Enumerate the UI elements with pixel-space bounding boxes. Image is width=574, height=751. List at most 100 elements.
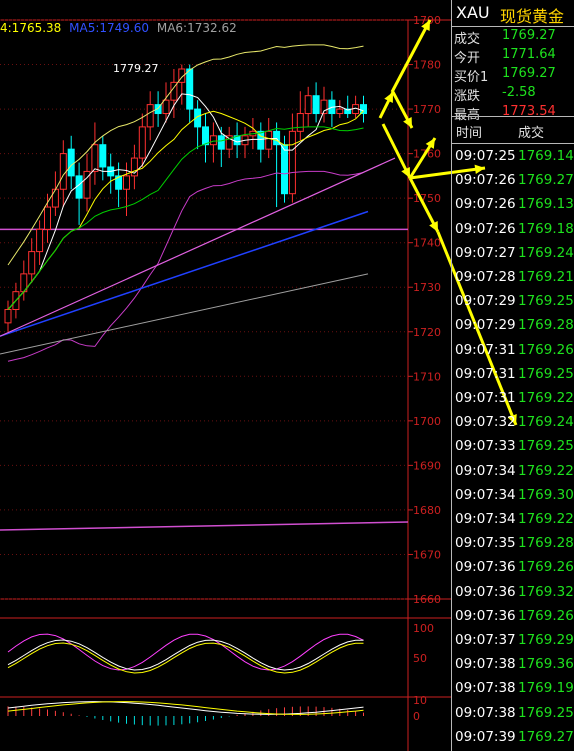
tick-row: 09:07:39 1769.27	[452, 726, 574, 750]
candle-body	[202, 126, 209, 146]
indicator1-tick: 50	[413, 652, 427, 665]
tick-price: 1769.22	[518, 511, 574, 527]
tick-row: 09:07:26 1769.27	[452, 169, 574, 193]
price-tick-label: 1780	[413, 59, 441, 72]
tick-price: 1769.13	[518, 196, 574, 213]
tick-time: 09:07:36	[455, 559, 516, 576]
candle-body	[138, 126, 146, 159]
tick-row: 09:07:26 1769.18	[452, 218, 574, 242]
candle-body	[296, 113, 304, 132]
candle-body	[209, 135, 217, 146]
candle-body	[99, 144, 107, 168]
tick-row: 09:07:36 1769.32	[452, 581, 574, 605]
tick-price: 1769.30	[518, 486, 574, 503]
tick-row: 09:07:34 1769.22	[452, 460, 574, 484]
tick-row: 09:07:31 1769.25	[452, 363, 574, 387]
candle-body	[186, 68, 194, 110]
quote-row: 买价1 1769.27	[452, 65, 574, 85]
indicator2-line-a	[7, 701, 364, 715]
candle-body	[265, 130, 273, 150]
candle-body	[217, 135, 225, 150]
candle-body	[288, 130, 296, 195]
indicator1-line-a	[7, 633, 364, 671]
price-tick-label: 1730	[413, 281, 441, 294]
candle-body	[51, 188, 59, 208]
tick-time: 09:07:27	[455, 244, 516, 261]
tick-time: 09:07:34	[455, 462, 516, 479]
annotation-arrow	[390, 19, 432, 93]
tick-price: 1769.25	[518, 293, 574, 310]
tick-price: 1769.26	[518, 607, 574, 624]
price-tick-label: 1710	[413, 370, 441, 383]
candle-body	[336, 108, 344, 115]
tick-price: 1769.14	[518, 148, 574, 164]
tick-time: 09:07:35	[455, 535, 516, 552]
tick-price: 1769.24	[518, 244, 574, 261]
tick-row: 09:07:35 1769.28	[452, 532, 574, 556]
tick-price: 1769.29	[518, 632, 574, 648]
tick-time: 09:07:36	[455, 583, 516, 600]
ma6-label: MA6:1732.62	[156, 21, 237, 35]
price-tick-label: 1740	[413, 237, 441, 250]
tick-time: 09:07:37	[455, 632, 516, 648]
price-tick-label: 1670	[413, 548, 441, 561]
ma5-label: MA5:1749.60	[69, 21, 150, 35]
tick-row: 09:07:29 1769.25	[452, 290, 574, 314]
tick-time: 09:07:26	[455, 172, 516, 189]
candle-body	[123, 175, 130, 190]
quote-label: 涨跌	[454, 89, 481, 104]
symbol-header: XAU 现货黄金	[452, 0, 574, 27]
tick-row: 09:07:32 1769.24	[452, 411, 574, 435]
quote-row: 成交 1769.27	[452, 27, 574, 47]
ma-violet-line	[0, 157, 396, 337]
tick-time: 09:07:38	[455, 680, 516, 697]
price-tick-label: 1660	[413, 593, 441, 606]
tick-price: 1769.24	[518, 414, 574, 431]
tick-price: 1769.26	[518, 559, 574, 576]
tick-price: 1769.27	[518, 728, 574, 745]
price-tick-label: 1680	[413, 504, 441, 517]
tick-time: 09:07:26	[455, 196, 516, 213]
tick-time: 09:07:34	[455, 486, 516, 503]
quote-label: 成交	[454, 32, 481, 47]
ticks-header-time: 时间	[456, 126, 483, 141]
ma4-label: 4:1765.38	[0, 21, 62, 35]
indicator2-tick: 0	[413, 710, 420, 723]
candle-body	[312, 95, 320, 115]
price-tick-label: 1720	[413, 326, 441, 339]
tick-time: 09:07:32	[455, 414, 516, 431]
quote-row: 今开 1771.64	[452, 46, 574, 66]
candle-body	[281, 144, 288, 195]
tick-row: 09:07:27 1769.24	[452, 242, 574, 266]
tick-row: 09:07:31 1769.22	[452, 387, 574, 411]
tick-time: 09:07:31	[455, 365, 516, 382]
quote-panel: XAU 现货黄金 成交 1769.27 今开 1771.64 买价1 1769.27 涨跌 -…	[451, 0, 574, 751]
tick-row: 09:07:38 1769.36	[452, 653, 574, 677]
tick-row: 09:07:36 1769.26	[452, 605, 574, 629]
tick-row: 09:07:28 1769.21	[452, 266, 574, 290]
candle-body	[44, 206, 51, 230]
quote-label: 买价1	[454, 70, 489, 85]
quote-row: 涨跌 -2.58	[452, 84, 574, 104]
indicator1-tick: 100	[413, 622, 434, 635]
price-tick-label: 1690	[413, 459, 441, 472]
tick-row: 09:07:38 1769.25	[452, 702, 574, 726]
quote-value: -2.58	[502, 85, 536, 100]
candle-body	[162, 99, 170, 115]
candle-body	[304, 95, 312, 115]
tick-time: 09:07:25	[455, 148, 516, 164]
tick-price: 1769.22	[518, 390, 574, 406]
candle-body	[146, 104, 154, 128]
candle-body	[4, 309, 12, 324]
tick-time: 09:07:29	[455, 317, 516, 334]
tick-time: 09:07:38	[455, 704, 516, 721]
symbol-code: XAU	[456, 3, 490, 22]
tick-row: 09:07:33 1769.25	[452, 435, 574, 459]
candle-body	[36, 228, 44, 253]
tick-row: 09:07:29 1769.28	[452, 314, 574, 338]
tick-time: 09:07:39	[455, 728, 516, 745]
tick-price: 1769.19	[518, 680, 574, 697]
tick-row: 09:07:31 1769.26	[452, 339, 574, 363]
tick-row: 09:07:36 1769.26	[452, 556, 574, 580]
ma-legend: 4:1765.38 MA5:1749.60 MA6:1732.62	[0, 21, 241, 38]
